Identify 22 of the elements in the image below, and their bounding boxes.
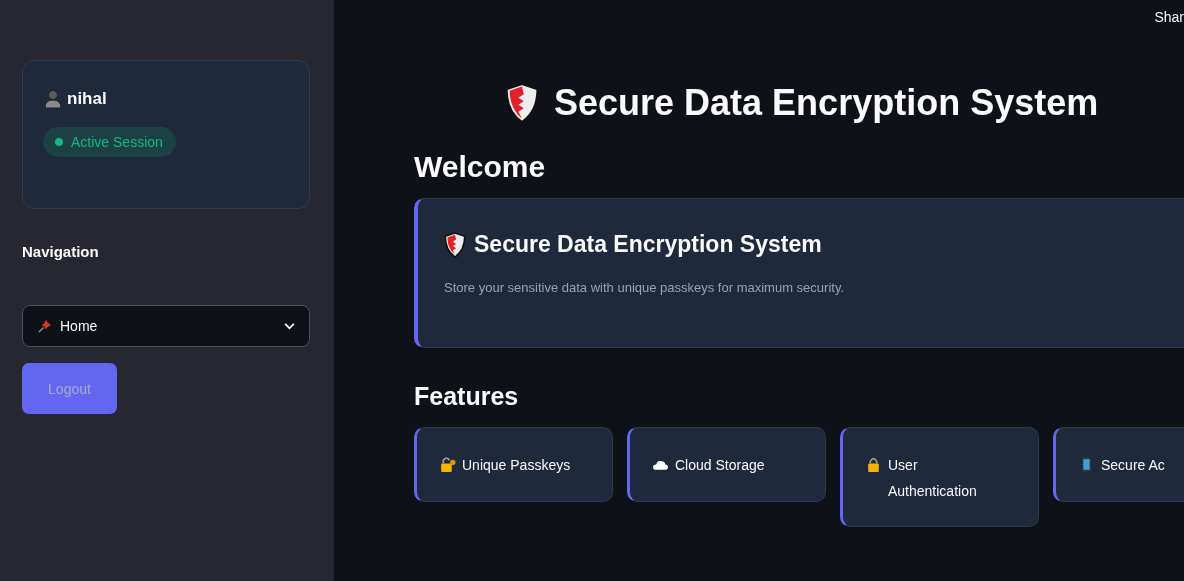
pushpin-icon (37, 318, 52, 334)
feature-title: Cloud Storage (675, 456, 765, 475)
page-title: Secure Data Encryption System (554, 82, 1099, 124)
hero-description: Store your sensitive data with unique passkeys for maximum security. (444, 280, 846, 295)
feature-title: Secure Ac (1101, 456, 1165, 475)
hero-title: Secure Data Encryption System (474, 231, 822, 258)
share-link[interactable]: Shar (1154, 9, 1184, 25)
shield-icon (444, 231, 466, 258)
session-status: Active Session (71, 134, 163, 150)
features-heading: Features (414, 382, 520, 411)
chevron-down-icon (284, 322, 295, 330)
username: nihal (67, 89, 107, 109)
lock-icon (865, 456, 882, 473)
feature-title: Unique Passkeys (462, 456, 571, 475)
navigation-label: Navigation (22, 243, 100, 260)
shield-icon (504, 82, 540, 124)
status-dot (55, 138, 63, 146)
lock-with-key-icon (439, 456, 456, 473)
feature-title: User Authentication (888, 456, 978, 501)
welcome-heading: Welcome (414, 150, 547, 184)
page-select[interactable]: Home (22, 305, 310, 347)
person-icon (43, 89, 63, 109)
